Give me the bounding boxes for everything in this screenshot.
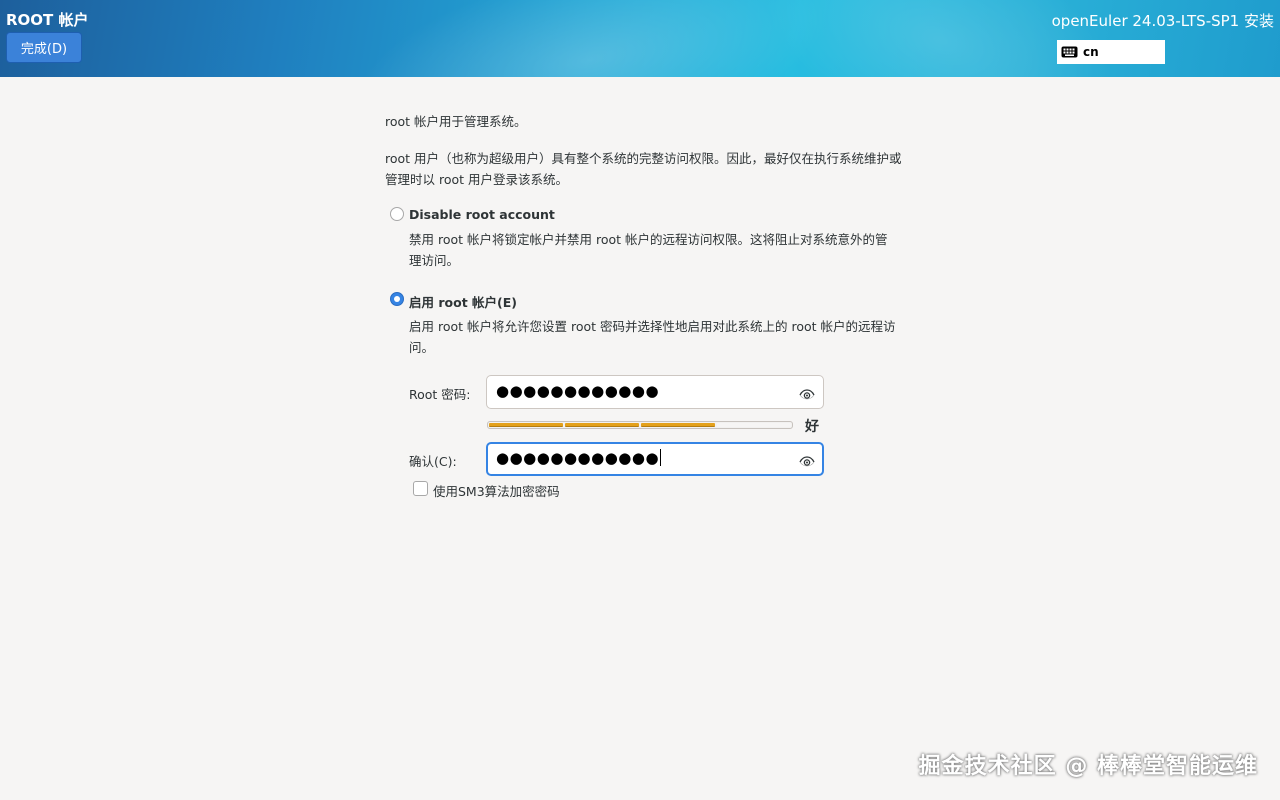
root-password-label: Root 密码:	[409, 387, 471, 402]
done-button[interactable]: 完成(D)	[6, 32, 82, 63]
header-bar: ROOT 帐户 完成(D) openEuler 24.03-LTS-SP1 安装…	[0, 0, 1280, 77]
strength-segment	[565, 423, 639, 427]
intro-description: root 用户（也称为超级用户）具有整个系统的完整访问权限。因此，最好仅在执行系…	[385, 151, 902, 187]
enable-root-radio[interactable]	[390, 292, 404, 306]
root-password-field[interactable]: ●●●●●●●●●●●●	[486, 375, 824, 409]
confirm-password-value: ●●●●●●●●●●●●	[496, 449, 662, 467]
sm3-encryption-checkbox[interactable]	[413, 481, 428, 496]
enable-root-description: 启用 root 帐户将允许您设置 root 密码并选择性地启用对此系统上的 ro…	[409, 319, 896, 355]
root-password-value: ●●●●●●●●●●●●	[496, 382, 660, 400]
page-title: ROOT 帐户	[6, 11, 89, 29]
confirm-password-label: 确认(C):	[409, 454, 457, 469]
password-strength-label: 好	[805, 419, 819, 435]
show-password-icon[interactable]	[799, 386, 815, 400]
disable-root-description: 禁用 root 帐户将锁定帐户并禁用 root 帐户的远程访问权限。这将阻止对系…	[409, 232, 888, 268]
enable-root-label[interactable]: 启用 root 帐户(E)	[409, 292, 517, 311]
intro-text: root 帐户用于管理系统。	[385, 114, 527, 129]
strength-segment	[641, 423, 715, 427]
text-caret	[660, 449, 662, 466]
keyboard-layout-indicator[interactable]: cn	[1057, 40, 1165, 64]
strength-segment	[489, 423, 563, 427]
watermark: 掘金技术社区 @ 棒棒堂智能运维	[918, 754, 1258, 779]
strength-segment	[717, 423, 791, 427]
keyboard-icon	[1061, 46, 1078, 58]
disable-root-radio[interactable]	[390, 207, 404, 221]
confirm-password-field[interactable]: ●●●●●●●●●●●●	[486, 442, 824, 476]
sm3-encryption-label[interactable]: 使用SM3算法加密密码	[433, 481, 560, 500]
password-strength-meter	[487, 421, 793, 429]
show-password-icon[interactable]	[799, 453, 815, 467]
disable-root-label[interactable]: Disable root account	[409, 207, 555, 222]
keyboard-layout-label: cn	[1083, 45, 1099, 59]
product-title: openEuler 24.03-LTS-SP1 安装	[1051, 12, 1274, 30]
